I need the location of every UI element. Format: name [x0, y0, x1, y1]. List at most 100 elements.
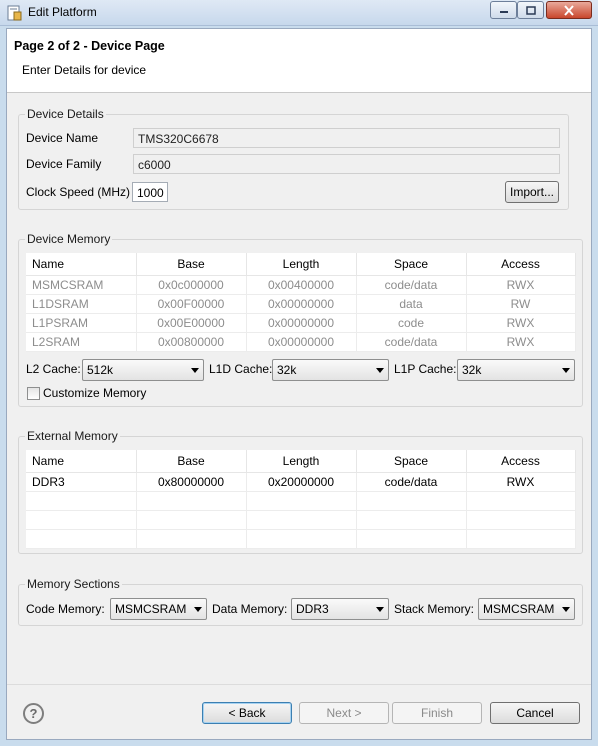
platform-icon — [7, 5, 22, 21]
table-cell: L1PSRAM — [26, 313, 137, 333]
data-memory-value: DDR3 — [296, 602, 329, 616]
table-row[interactable]: L1DSRAM 0x00F00000 0x00000000 data RW — [26, 294, 576, 314]
clock-speed-input[interactable]: 1000 — [132, 182, 168, 202]
table-cell: 0x20000000 — [246, 472, 357, 492]
table-cell: DDR3 — [26, 472, 137, 492]
maximize-button[interactable] — [517, 1, 544, 19]
code-memory-value: MSMCSRAM — [115, 602, 187, 616]
column-header[interactable]: Base — [136, 253, 247, 276]
column-header[interactable]: Access — [466, 253, 576, 276]
close-button[interactable] — [546, 1, 592, 19]
table-row[interactable] — [26, 491, 576, 511]
minimize-button[interactable] — [490, 1, 517, 19]
customize-memory-label[interactable]: Customize Memory — [43, 386, 146, 400]
table-cell: 0x00F00000 — [136, 294, 247, 314]
l1p-cache-label: L1P Cache: — [394, 362, 457, 376]
chevron-down-icon — [562, 368, 570, 373]
device-memory-table[interactable]: Name Base Length Space Access MSMCSRAM 0… — [26, 253, 576, 352]
code-memory-select[interactable]: MSMCSRAM — [110, 598, 207, 620]
table-cell: 0x00400000 — [246, 275, 357, 295]
external-memory-group: External Memory Name Base Length Space A… — [18, 429, 583, 554]
table-cell: code/data — [356, 275, 467, 295]
table-cell: 0x80000000 — [136, 472, 247, 492]
l1p-cache-value: 32k — [462, 363, 482, 377]
chevron-down-icon — [376, 607, 384, 612]
group-title: Memory Sections — [25, 577, 122, 591]
table-row[interactable]: L2SRAM 0x00800000 0x00000000 code/data R… — [26, 332, 576, 352]
column-header[interactable]: Base — [136, 450, 247, 473]
data-memory-label: Data Memory: — [212, 602, 288, 616]
chevron-down-icon — [194, 607, 202, 612]
window-title: Edit Platform — [28, 5, 97, 19]
column-header[interactable]: Length — [246, 450, 357, 473]
table-cell: L1DSRAM — [26, 294, 137, 314]
help-icon[interactable]: ? — [23, 703, 44, 724]
l1p-cache-select[interactable]: 32k — [457, 359, 575, 381]
customize-memory-checkbox[interactable] — [27, 387, 40, 400]
dialog-body: Page 2 of 2 - Device Page Enter Details … — [6, 28, 592, 740]
table-cell: RW — [466, 294, 576, 314]
page-header: Page 2 of 2 - Device Page Enter Details … — [7, 29, 591, 93]
clock-speed-label: Clock Speed (MHz) — [26, 185, 131, 199]
device-name-label: Device Name — [26, 131, 99, 145]
group-title: Device Details — [25, 107, 106, 121]
finish-button[interactable]: Finish — [392, 702, 482, 724]
table-row[interactable]: DDR3 0x80000000 0x20000000 code/data RWX — [26, 472, 576, 492]
group-title: Device Memory — [25, 232, 113, 246]
column-header[interactable]: Space — [356, 450, 467, 473]
column-header[interactable]: Length — [246, 253, 357, 276]
table-row[interactable] — [26, 510, 576, 530]
column-header[interactable]: Access — [466, 450, 576, 473]
external-memory-table[interactable]: Name Base Length Space Access DDR3 0x800… — [26, 450, 576, 549]
minimize-icon — [499, 11, 508, 13]
data-memory-select[interactable]: DDR3 — [291, 598, 389, 620]
table-cell: data — [356, 294, 467, 314]
table-cell: L2SRAM — [26, 332, 137, 352]
code-memory-label: Code Memory: — [26, 602, 105, 616]
cancel-button[interactable]: Cancel — [490, 702, 580, 724]
column-header[interactable]: Name — [26, 253, 137, 276]
import-button[interactable]: Import... — [505, 181, 559, 203]
table-cell: 0x00E00000 — [136, 313, 247, 333]
table-cell: MSMCSRAM — [26, 275, 137, 295]
page-title: Page 2 of 2 - Device Page — [14, 39, 165, 53]
l1d-cache-label: L1D Cache: — [209, 362, 273, 376]
maximize-icon — [525, 5, 536, 15]
device-memory-group: Device Memory Name Base Length Space Acc… — [18, 232, 583, 407]
table-cell: RWX — [466, 313, 576, 333]
stack-memory-value: MSMCSRAM — [483, 602, 555, 616]
table-row[interactable] — [26, 529, 576, 549]
table-row[interactable]: L1PSRAM 0x00E00000 0x00000000 code RWX — [26, 313, 576, 333]
table-cell: RWX — [466, 472, 576, 492]
table-header-row: Name Base Length Space Access — [26, 253, 576, 276]
chevron-down-icon — [376, 368, 384, 373]
table-cell: 0x00000000 — [246, 313, 357, 333]
footer-divider — [7, 684, 591, 685]
next-button[interactable]: Next > — [299, 702, 389, 724]
back-button[interactable]: < Back — [202, 702, 292, 724]
l1d-cache-select[interactable]: 32k — [272, 359, 389, 381]
l2-cache-select[interactable]: 512k — [82, 359, 204, 381]
column-header[interactable]: Name — [26, 450, 137, 473]
device-details-group: Device Details Device Name TMS320C6678 D… — [18, 107, 569, 210]
table-cell: 0x00000000 — [246, 294, 357, 314]
device-family-field: c6000 — [133, 154, 560, 174]
table-cell: RWX — [466, 332, 576, 352]
table-cell: 0x00000000 — [246, 332, 357, 352]
l2-cache-value: 512k — [87, 363, 114, 377]
device-name-field: TMS320C6678 — [133, 128, 560, 148]
table-cell: 0x0c000000 — [136, 275, 247, 295]
title-bar: Edit Platform — [0, 0, 598, 26]
table-cell: code — [356, 313, 467, 333]
table-cell: code/data — [356, 472, 467, 492]
column-header[interactable]: Space — [356, 253, 467, 276]
l1d-cache-value: 32k — [277, 363, 297, 377]
table-header-row: Name Base Length Space Access — [26, 450, 576, 473]
table-cell: 0x00800000 — [136, 332, 247, 352]
table-cell: RWX — [466, 275, 576, 295]
page-description: Enter Details for device — [22, 63, 147, 77]
table-row[interactable]: MSMCSRAM 0x0c000000 0x00400000 code/data… — [26, 275, 576, 295]
stack-memory-select[interactable]: MSMCSRAM — [478, 598, 575, 620]
chevron-down-icon — [191, 368, 199, 373]
device-family-label: Device Family — [26, 157, 102, 171]
